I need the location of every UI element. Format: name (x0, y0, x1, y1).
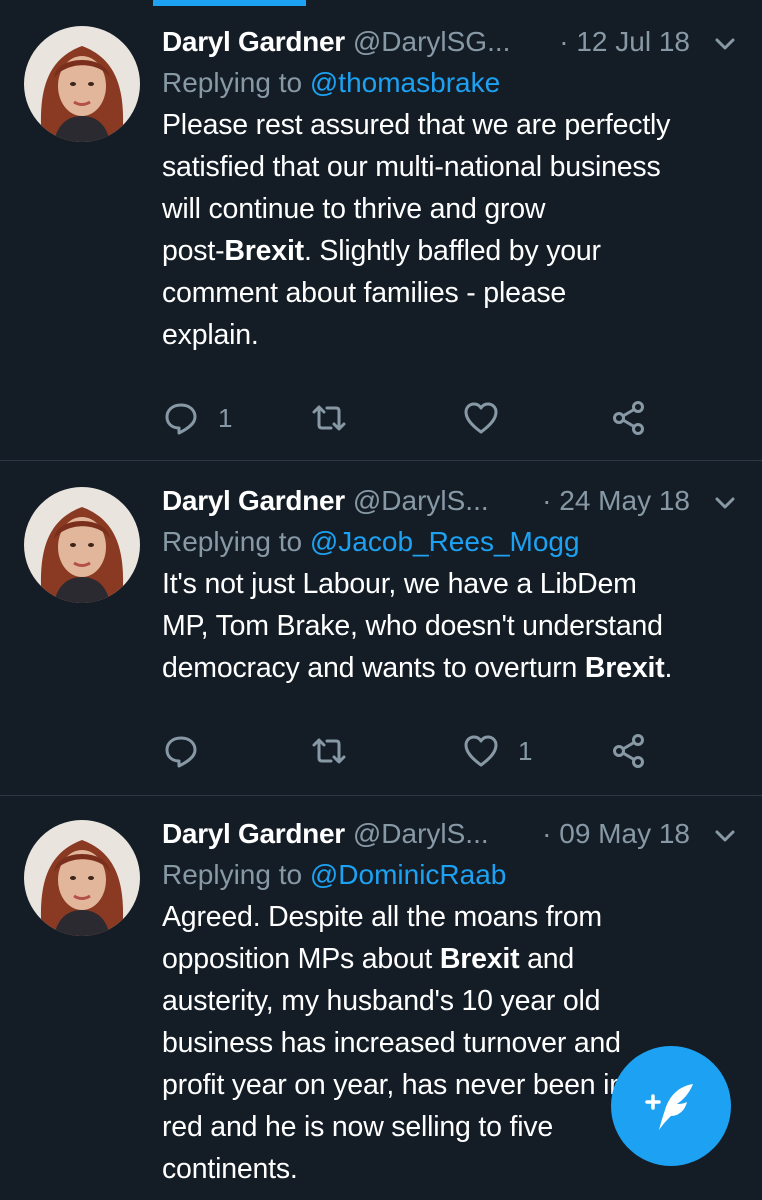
tweet-date: · 24 May 18 (542, 485, 690, 516)
retweet-button[interactable] (310, 729, 348, 773)
replying-to-label: Replying to (162, 67, 310, 98)
reply-button[interactable] (162, 729, 218, 773)
replying-to-mention[interactable]: @thomasbrake (310, 67, 500, 98)
author-handle[interactable]: @DarylSG... (353, 26, 511, 58)
tweet[interactable]: Daryl Gardner @DarylSG... · 12 Jul 18 Re… (0, 0, 762, 461)
like-icon (464, 402, 498, 434)
like-button[interactable] (462, 396, 518, 440)
tweet-header: Daryl Gardner @DarylS... · 24 May 18 (162, 481, 742, 521)
reply-button[interactable]: 1 (162, 396, 232, 440)
tweet-actions: 1 (162, 729, 662, 773)
tweet-text-segment: and austerity, my husband's 10 year old … (162, 943, 625, 1185)
retweet-icon (312, 405, 346, 431)
compose-tweet-button[interactable] (611, 1046, 731, 1166)
author-name[interactable]: Daryl Gardner (162, 818, 345, 850)
like-button[interactable]: 1 (462, 729, 532, 773)
tweet-content: Daryl Gardner @DarylS... · 24 May 18 Rep… (162, 481, 742, 689)
avatar[interactable] (24, 26, 140, 142)
like-count: 1 (518, 735, 533, 766)
replying-to: Replying to @DominicRaab (162, 854, 742, 896)
replying-to: Replying to @thomasbrake (162, 62, 742, 104)
tweet-text: It's not just Labour, we have a LibDem M… (162, 563, 742, 689)
compose-tweet-icon (645, 1084, 693, 1130)
tweet-text-segment: . (664, 652, 673, 684)
tweet-text: Please rest assured that we are perfectl… (162, 104, 742, 356)
avatar[interactable] (24, 487, 140, 603)
tweet-date: · 09 May 18 (542, 818, 690, 849)
reply-count: 1 (218, 402, 233, 433)
share-button[interactable] (610, 396, 648, 440)
tweet-text-bold: Brexit (439, 943, 520, 975)
share-icon (613, 401, 644, 435)
replying-to-mention[interactable]: @DominicRaab (310, 859, 507, 890)
chevron-down-icon[interactable] (708, 26, 742, 60)
tweet-text-bold: Brexit (584, 652, 665, 684)
tweet-text-bold: Brexit (224, 235, 304, 267)
reply-icon (165, 403, 197, 435)
tweet-header: Daryl Gardner @DarylSG... · 12 Jul 18 (162, 22, 742, 62)
avatar[interactable] (24, 820, 140, 936)
share-icon (613, 734, 644, 768)
tweet-actions: 1 (162, 396, 662, 440)
author-name[interactable]: Daryl Gardner (162, 485, 345, 517)
share-button[interactable] (610, 729, 648, 773)
author-name[interactable]: Daryl Gardner (162, 26, 345, 58)
tweet-date: · 12 Jul 18 (559, 26, 690, 57)
replying-to-label: Replying to (162, 859, 310, 890)
replying-to: Replying to @Jacob_Rees_Mogg (162, 521, 742, 563)
replying-to-mention[interactable]: @Jacob_Rees_Mogg (310, 526, 580, 557)
replying-to-label: Replying to (162, 526, 310, 557)
chevron-down-icon[interactable] (708, 818, 742, 852)
chevron-down-icon[interactable] (708, 485, 742, 519)
author-handle[interactable]: @DarylS... (353, 818, 489, 850)
retweet-icon (312, 738, 346, 764)
tweet-content: Daryl Gardner @DarylSG... · 12 Jul 18 Re… (162, 22, 742, 356)
reply-icon (165, 736, 197, 768)
retweet-button[interactable] (310, 396, 348, 440)
tweet-header: Daryl Gardner @DarylS... · 09 May 18 (162, 814, 742, 854)
tweet[interactable]: Daryl Gardner @DarylS... · 24 May 18 Rep… (0, 461, 762, 796)
author-handle[interactable]: @DarylS... (353, 485, 489, 517)
like-icon (464, 735, 498, 767)
